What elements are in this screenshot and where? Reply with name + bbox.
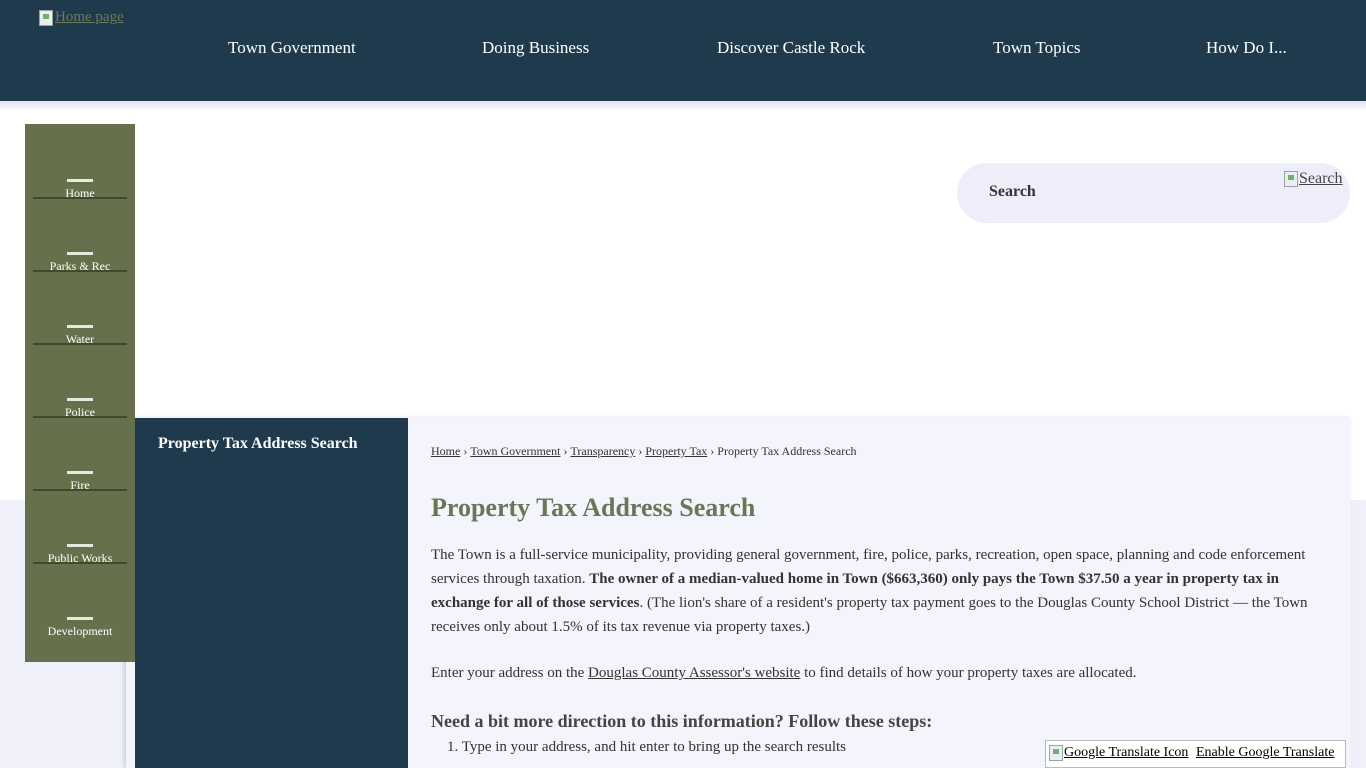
quicklink-bar-icon — [67, 398, 93, 401]
assessor-website-link[interactable]: Douglas County Assessor's website — [588, 665, 800, 681]
broken-image-icon — [39, 9, 53, 26]
page-title: Property Tax Address Search — [431, 493, 756, 522]
quicklink-bar-icon — [67, 471, 93, 474]
quicklink-water[interactable]: Water — [33, 270, 127, 346]
sidenav-title[interactable]: Property Tax Address Search — [158, 435, 358, 453]
steps-heading: Need a bit more direction to this inform… — [431, 711, 933, 731]
main-nav: Town Government Doing Business Discover … — [0, 38, 1366, 62]
breadcrumb-separator: › — [563, 444, 568, 458]
breadcrumb-separator: › — [710, 444, 715, 458]
logo-alt-text: Home page — [55, 9, 124, 25]
quicklink-bar-icon — [67, 617, 93, 620]
quicklink-bar-icon — [67, 544, 93, 547]
quicklink-police[interactable]: Police — [33, 343, 127, 419]
side-navigation: Property Tax Address Search — [135, 418, 408, 768]
search-button[interactable]: Search — [1284, 170, 1343, 188]
steps-list: 1. Type in your address, and hit enter t… — [447, 739, 846, 756]
google-translate-icon: Google Translate Icon — [1049, 745, 1188, 761]
broken-image-icon — [1049, 745, 1063, 761]
quicklink-fire[interactable]: Fire — [33, 416, 127, 492]
search-icon — [1284, 171, 1298, 187]
site-header: Home page Town Government Doing Business… — [0, 0, 1366, 101]
quicklink-bar-icon — [67, 179, 93, 182]
quicklink-bar-icon — [67, 325, 93, 328]
quicklink-public-works[interactable]: Public Works — [33, 489, 127, 565]
home-logo-link[interactable]: Home page — [39, 9, 124, 26]
breadcrumb-property-tax[interactable]: Property Tax — [645, 444, 707, 458]
intro-paragraph: The Town is a full-service municipality,… — [431, 543, 1326, 639]
quicklink-home[interactable]: Home — [33, 124, 127, 200]
translate-icon-alt: Google Translate Icon — [1064, 745, 1189, 760]
enable-google-translate-link[interactable]: Enable Google Translate — [1196, 745, 1334, 761]
quicklink-parks-rec[interactable]: Parks & Rec — [33, 197, 127, 273]
breadcrumb-town-government[interactable]: Town Government — [470, 444, 560, 458]
google-translate-widget: Google Translate Icon Enable Google Tran… — [1045, 740, 1346, 768]
step-number: 1. — [447, 739, 459, 755]
assessor-text-a: Enter your address on the — [431, 665, 589, 681]
quicklink-bar-icon — [67, 252, 93, 255]
nav-doing-business[interactable]: Doing Business — [482, 38, 589, 58]
nav-how-do-i[interactable]: How Do I... — [1206, 38, 1287, 58]
search-button-alt: Search — [1299, 170, 1343, 187]
header-shadow — [0, 101, 1366, 111]
breadcrumb: Home › Town Government › Transparency › Proper… — [431, 444, 857, 459]
breadcrumb-transparency[interactable]: Transparency — [570, 444, 635, 458]
assessor-text-b: to find details of how your property tax… — [800, 665, 1137, 681]
breadcrumb-separator: › — [638, 444, 643, 458]
nav-town-topics[interactable]: Town Topics — [993, 38, 1081, 58]
breadcrumb-current: Property Tax Address Search — [717, 444, 857, 458]
quick-links-sidebar: Home Parks & Rec Water Police Fire Publi… — [25, 124, 135, 662]
assessor-paragraph: Enter your address on the Douglas County… — [431, 661, 1326, 685]
breadcrumb-separator: › — [463, 444, 468, 458]
search-box: Search Search — [957, 163, 1350, 223]
nav-discover-castle-rock[interactable]: Discover Castle Rock — [717, 38, 865, 58]
search-input[interactable]: Search — [989, 183, 1036, 201]
quicklink-development[interactable]: Development — [33, 562, 127, 638]
quicklink-label: Development — [47, 624, 113, 638]
step-item: Type in your address, and hit enter to b… — [461, 739, 846, 755]
breadcrumb-home[interactable]: Home — [431, 444, 460, 458]
nav-town-government[interactable]: Town Government — [228, 38, 356, 58]
